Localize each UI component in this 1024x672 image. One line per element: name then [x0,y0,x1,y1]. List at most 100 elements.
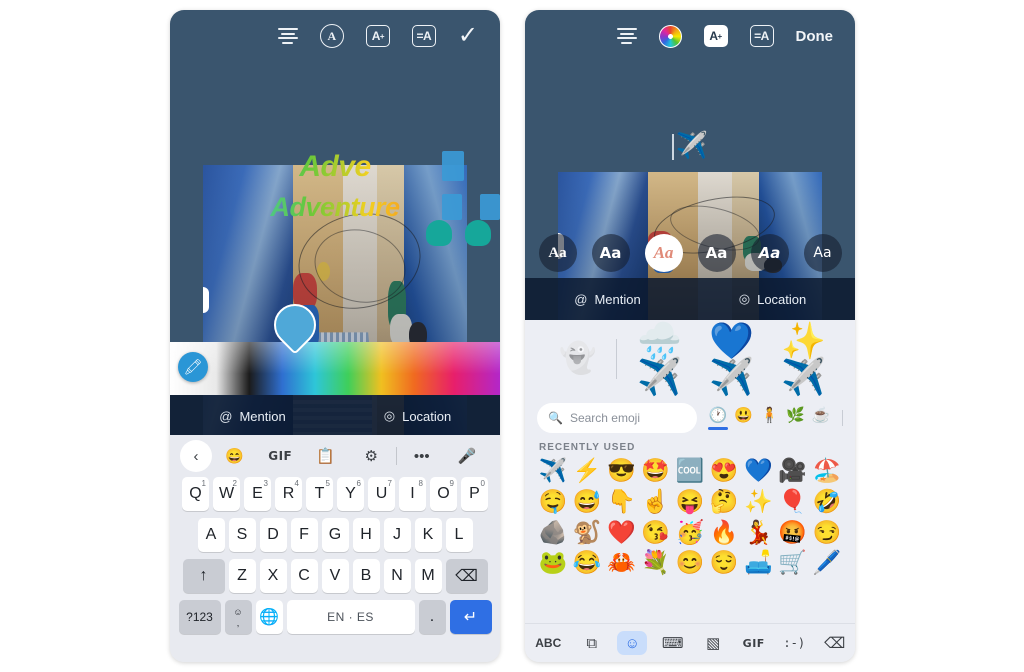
emoji-cell[interactable]: ❤️ [606,518,638,547]
font-option-light[interactable]: Aa [803,234,842,272]
emoji-button[interactable]: ☺ [617,631,648,655]
key-z[interactable]: Z [228,559,256,593]
font-size-increase-icon[interactable]: A + [365,25,390,47]
emoji-cell[interactable]: 🎈 [777,487,809,516]
emoji-cell[interactable]: 💙 [743,456,775,485]
key-e[interactable]: 3E [244,477,271,511]
emoji-cell[interactable]: 💐 [640,548,672,577]
key-x[interactable]: X [259,559,287,593]
period-key[interactable]: . [418,600,446,634]
key-a[interactable]: A [197,518,225,552]
emoji-cell[interactable]: 😝 [674,487,706,516]
emoji-cell[interactable]: 🎥 [777,456,809,485]
backspace-button[interactable]: ⌫ [820,631,850,655]
emoji-cell[interactable]: 😍 [708,456,740,485]
text-color-circle-icon[interactable]: A [319,24,344,48]
mention-button[interactable]: @ Mention [170,409,335,424]
emoji-kitchen-placeholder[interactable]: 👻 [559,344,596,374]
sticker-button[interactable]: ⌨ [658,631,688,655]
emoji-cell[interactable]: 👇 [606,487,638,516]
typed-text-caret-area[interactable]: ✈️ [525,130,855,161]
key-s[interactable]: S [228,518,256,552]
text-align-icon[interactable] [277,28,298,44]
emoji-cell[interactable]: 🪨 [537,518,569,547]
abc-keyboard-button[interactable]: ABC [530,631,566,655]
key-y[interactable]: 6Y [337,477,364,511]
gif-button[interactable]: GIF [739,631,769,655]
text-align-icon[interactable] [616,28,637,44]
key-c[interactable]: C [290,559,318,593]
key-m[interactable]: M [414,559,442,593]
gif-icon[interactable]: GIF [258,449,304,463]
emoji-cell[interactable]: ⚡ [571,456,603,485]
emoji-comma-key[interactable]: ☺ , [224,600,252,634]
emoji-kitchen-suggestion[interactable]: 🌧️✈️ [637,323,699,395]
backspace-key[interactable]: ⌫ [445,559,488,593]
emoji-cell[interactable]: 🦀 [606,548,638,577]
line-spacing-icon[interactable]: =A [749,25,774,47]
emoji-cell[interactable]: 🛋️ [743,548,775,577]
key-g[interactable]: G [321,518,349,552]
emoji-kitchen-suggestion[interactable]: ✨✈️ [781,323,843,395]
emoji-cell[interactable]: 😘 [640,518,672,547]
emoji-cell[interactable]: 🤤 [537,487,569,516]
shift-key[interactable]: ↑ [182,559,225,593]
emoji-cell[interactable]: ☝️ [640,487,672,516]
font-option-bold[interactable]: Aa [591,234,630,272]
nature-category[interactable]: 🌿 [782,406,808,430]
symbols-key[interactable]: ?123 [178,600,221,634]
emoji-cell[interactable]: 🛒 [777,548,809,577]
emoji-cell[interactable]: 😎 [606,456,638,485]
emoji-cell[interactable]: 🤬 [777,518,809,547]
key-i[interactable]: 8I [399,477,426,511]
recent-category[interactable]: 🕐 [705,406,731,430]
key-w[interactable]: 2W [213,477,240,511]
key-f[interactable]: F [290,518,318,552]
color-wheel-icon[interactable] [658,24,682,48]
emoji-cell[interactable]: 🆒 [674,456,706,485]
emoji-cell[interactable]: 🖊️ [811,548,843,577]
people-category[interactable]: 🧍 [757,406,783,430]
font-option-script[interactable]: Aa [644,234,683,272]
more-options-icon[interactable]: ••• [399,448,445,465]
photo-drag-handle[interactable] [203,287,209,313]
key-v[interactable]: V [321,559,349,593]
emoji-cell[interactable]: 🏖️ [811,456,843,485]
enter-key[interactable]: ↵ [449,600,492,634]
location-button[interactable]: ◎ Location [335,408,500,424]
key-l[interactable]: L [445,518,473,552]
key-o[interactable]: 9O [430,477,457,511]
space-key[interactable]: EN · ES [286,600,415,634]
microphone-icon[interactable]: 🎤 [445,447,491,465]
key-q[interactable]: 1Q [182,477,209,511]
done-button[interactable]: Done [796,28,834,45]
emoji-cell[interactable]: ✨ [743,487,775,516]
emoji-cell[interactable]: 🤩 [640,456,672,485]
settings-gear-icon[interactable]: ⚙ [349,447,395,465]
emoji-cell[interactable]: 😌 [708,548,740,577]
emoji-cell[interactable]: 🔥 [708,518,740,547]
sticker-icon[interactable]: 😄 [212,447,258,465]
food-category[interactable]: ☕ [808,406,834,430]
color-picker-strip[interactable]: 🖍 [170,295,500,395]
clipboard-icon[interactable]: 📋 [303,447,349,465]
mention-button[interactable]: @ Mention [525,292,690,307]
key-n[interactable]: N [383,559,411,593]
emoji-cell[interactable]: 🐸 [537,548,569,577]
sticker-alt-button[interactable]: ▧ [698,631,728,655]
emoji-cell[interactable]: ✈️ [537,456,569,485]
key-p[interactable]: 0P [461,477,488,511]
key-k[interactable]: K [414,518,442,552]
smileys-category[interactable]: 😃 [731,406,757,430]
search-emoji-input[interactable]: 🔍 Search emoji [537,403,697,433]
emoji-cell[interactable]: 😊 [674,548,706,577]
key-r[interactable]: 4R [275,477,302,511]
line-spacing-icon[interactable]: =A [411,25,436,47]
font-option-serif[interactable]: Aa [538,234,577,272]
emoji-cell[interactable]: 🐒 [571,518,603,547]
key-b[interactable]: B [352,559,380,593]
back-chevron-icon[interactable]: ‹ [180,440,212,472]
font-size-increase-icon[interactable]: A + [703,25,728,47]
font-option-bold-2[interactable]: Aa [697,234,736,272]
eyedropper-icon[interactable]: 🖍 [178,352,208,382]
